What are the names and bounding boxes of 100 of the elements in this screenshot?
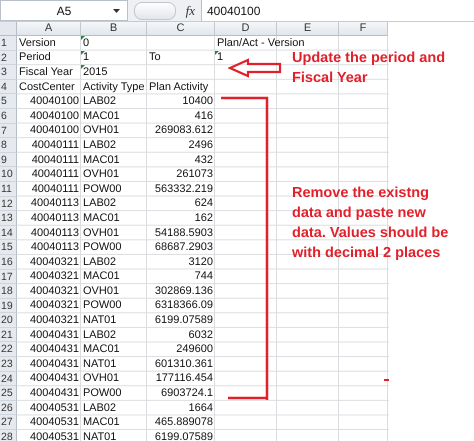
- cost-center-cell-text: 40040321: [29, 284, 80, 299]
- cost-center-cell-text: 40040531: [29, 415, 80, 430]
- table-cell: 2015: [81, 65, 147, 80]
- cost-center-cell-text: 40040531: [29, 400, 80, 416]
- plan-activity-cell-text: 302869.136: [154, 284, 214, 299]
- activity-type-cell-text: LAB02: [82, 138, 118, 153]
- activity-type-cell-text: OVH01: [82, 167, 120, 182]
- cost-center-cell-text: 40040111: [30, 138, 80, 153]
- plan-activity-cell-text: 744: [194, 270, 214, 284]
- row-header[interactable]: 18: [0, 284, 17, 299]
- table-cell-text: Activity Type: [82, 80, 146, 94]
- plan-activity-cell-text: 10400: [181, 94, 214, 109]
- plan-activity-cell-text: 2496: [188, 138, 214, 153]
- row-header[interactable]: 7: [0, 124, 17, 138]
- row-header[interactable]: 12: [0, 196, 17, 212]
- row-header[interactable]: 13: [0, 211, 17, 226]
- column-header[interactable]: B: [81, 22, 147, 36]
- row-header[interactable]: 19: [0, 298, 17, 314]
- cost-center-cell-text: 40040431: [29, 386, 80, 401]
- row-header[interactable]: 24: [0, 372, 17, 386]
- activity-type-cell-text: LAB02: [82, 94, 118, 109]
- cost-center-cell-text: 40040111: [30, 167, 80, 182]
- activity-type-cell-text: NAT01: [82, 357, 118, 372]
- cost-center-cell-text: 40040113: [30, 240, 80, 255]
- plan-activity-cell-text: 249600: [175, 342, 214, 358]
- row-header[interactable]: 14: [0, 226, 17, 240]
- activity-type-cell-text: NAT01: [82, 313, 118, 328]
- cost-center-cell-text: 40040113: [30, 211, 80, 226]
- arrow-icon: [228, 58, 282, 78]
- plan-activity-cell-text: 624: [194, 196, 214, 212]
- row-header[interactable]: 1: [0, 36, 17, 51]
- plan-activity-cell-text: 601310.361: [154, 357, 214, 372]
- table-cell-text: Version: [18, 36, 57, 51]
- row-header[interactable]: 3: [0, 65, 17, 80]
- table-cell-text: Period: [18, 50, 52, 66]
- table-cell: 1: [81, 50, 147, 66]
- plan-activity-cell-text: 269083.612: [154, 124, 214, 138]
- column-header[interactable]: E: [277, 22, 339, 36]
- column-header[interactable]: A: [17, 22, 81, 36]
- cost-center-cell-text: 40040111: [30, 182, 80, 197]
- cost-center-cell-text: 40040321: [29, 313, 80, 328]
- row-header[interactable]: 22: [0, 342, 17, 358]
- activity-type-cell-text: MAC01: [82, 211, 121, 226]
- column-header[interactable]: D: [215, 22, 277, 36]
- row-header[interactable]: 26: [0, 400, 17, 416]
- row-header[interactable]: 21: [0, 328, 17, 342]
- formula-field[interactable]: 40040100: [201, 0, 474, 21]
- activity-type-cell-text: LAB02: [82, 328, 118, 342]
- row-header[interactable]: 23: [0, 357, 17, 372]
- row-header[interactable]: 27: [0, 415, 17, 430]
- row-header[interactable]: 2: [0, 50, 17, 66]
- activity-type-cell-text: MAC01: [82, 152, 121, 168]
- table-cell: 0: [81, 36, 147, 51]
- table-cell-text: To: [148, 50, 162, 66]
- activity-type-cell-text: POW00: [82, 182, 123, 197]
- row-header[interactable]: 9: [0, 152, 17, 168]
- plan-activity-cell-text: 6199.07589: [154, 313, 214, 328]
- cost-center-cell-text: 40040431: [29, 357, 80, 372]
- cost-center-cell-text: 40040113: [30, 196, 80, 212]
- plan-activity-cell-text: 6032: [188, 328, 214, 342]
- row-header[interactable]: 15: [0, 240, 17, 255]
- activity-type-cell-text: POW00: [82, 298, 123, 314]
- row-header[interactable]: 5: [0, 94, 17, 109]
- cost-center-cell-text: 40040111: [30, 152, 80, 168]
- row-header[interactable]: 17: [0, 270, 17, 284]
- name-box[interactable]: A5: [0, 0, 128, 21]
- row-header[interactable]: 11: [0, 182, 17, 197]
- caret-icon[interactable]: [113, 9, 120, 13]
- plan-activity-cell-text: 162: [194, 211, 214, 226]
- activity-type-cell-text: POW00: [82, 240, 123, 255]
- activity-type-cell-text: OVH01: [82, 372, 120, 386]
- plan-activity-cell-text: 465.889078: [154, 415, 214, 430]
- cost-center-cell-text: 40040100: [29, 108, 80, 124]
- row-header[interactable]: 6: [0, 108, 17, 124]
- row-header[interactable]: 16: [0, 254, 17, 270]
- row-header[interactable]: 28: [0, 430, 17, 441]
- activity-type-cell-text: POW00: [82, 386, 123, 401]
- cost-center-cell-text: 40040431: [29, 372, 80, 386]
- column-header[interactable]: F: [339, 22, 388, 36]
- row-header[interactable]: 10: [0, 167, 17, 182]
- plan-activity-cell-text: 6199.07589: [154, 430, 214, 441]
- plan-activity-cell-text: 177116.454: [154, 372, 214, 386]
- activity-type-cell-text: OVH01: [82, 226, 120, 240]
- cost-center-cell-text: 40040113: [30, 226, 80, 240]
- row-header[interactable]: 20: [0, 313, 17, 328]
- plan-activity-cell-text: 261073: [175, 167, 214, 182]
- row-header[interactable]: 25: [0, 386, 17, 401]
- activity-type-cell-text: LAB02: [82, 196, 118, 212]
- column-header[interactable]: C: [147, 22, 215, 36]
- plan-activity-cell-text: 563332.219: [154, 182, 214, 197]
- activity-type-cell-text: MAC01: [82, 342, 121, 358]
- cost-center-cell-text: 40040321: [29, 270, 80, 284]
- insert-function-button[interactable]: fx: [186, 2, 195, 18]
- cost-center-cell-text: 40040431: [29, 342, 80, 358]
- activity-type-cell-text: MAC01: [82, 108, 121, 124]
- row-header[interactable]: 4: [0, 80, 17, 94]
- row-header[interactable]: 8: [0, 138, 17, 153]
- table-cell-text: Plan Activity: [148, 80, 210, 94]
- plan-activity-cell-text: 6318366.09: [154, 298, 214, 314]
- activity-type-cell-text: LAB02: [82, 400, 118, 416]
